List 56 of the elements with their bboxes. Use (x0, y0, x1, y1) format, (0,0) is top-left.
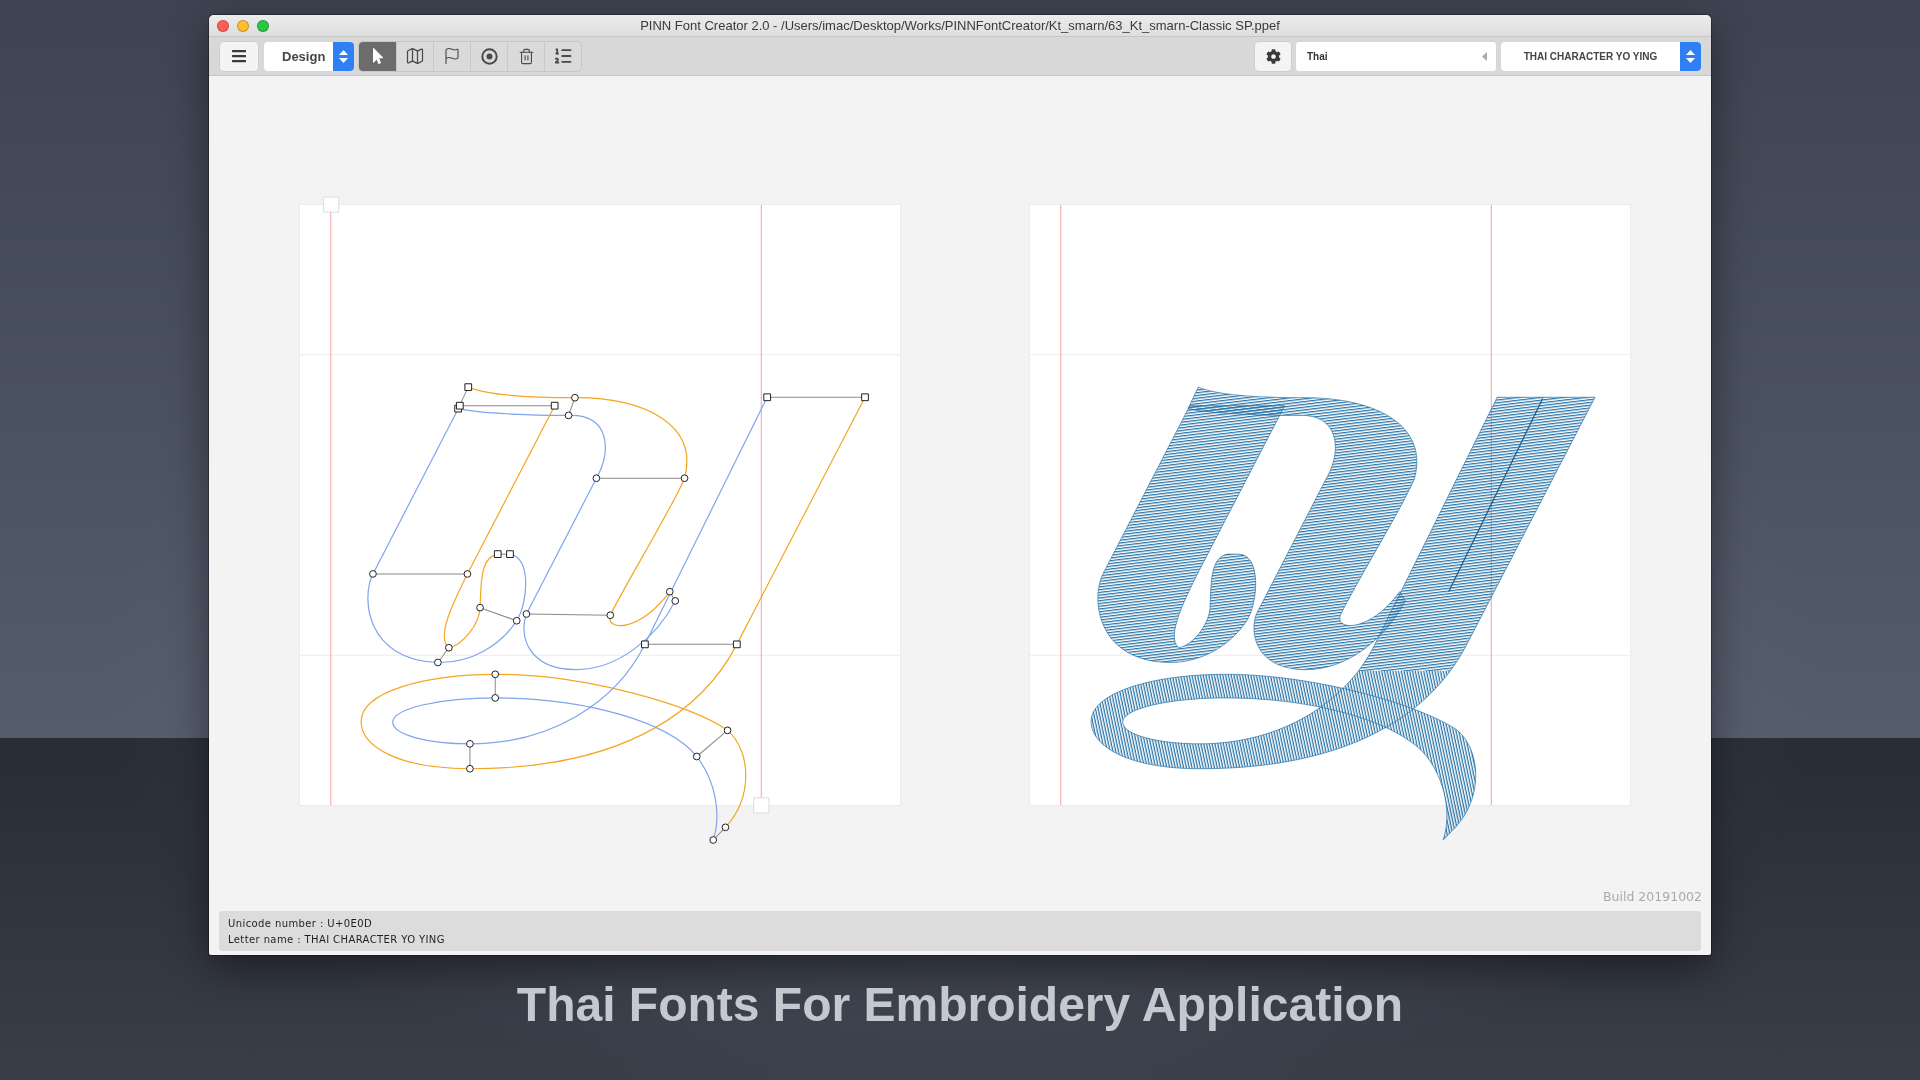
bearing-handle[interactable] (753, 797, 770, 814)
corner-point[interactable] (455, 401, 464, 410)
bearing-handle[interactable] (323, 196, 340, 213)
corner-point[interactable] (506, 550, 514, 558)
curve-point[interactable] (723, 726, 732, 735)
curve-point[interactable] (491, 694, 500, 702)
unicode-number-text: Unicode number : U+0E0D (228, 917, 374, 931)
map-icon (405, 46, 425, 66)
flag-icon (443, 47, 461, 65)
build-number-text: Build 20191002 (1603, 890, 1702, 904)
letter-name-text: Letter name : THAI CHARACTER YO YING (228, 933, 446, 947)
select-tool-button[interactable] (359, 41, 396, 71)
corner-point[interactable] (464, 383, 473, 391)
character-select[interactable]: THAI CHARACTER YO YING (1501, 41, 1701, 71)
curve-point[interactable] (434, 658, 442, 667)
language-field[interactable]: Thai (1296, 41, 1496, 71)
settings-button[interactable] (1255, 41, 1291, 71)
curve-point[interactable] (606, 611, 615, 620)
curve-point[interactable] (692, 752, 701, 761)
zoom-button[interactable] (257, 19, 269, 32)
curve-point[interactable] (665, 587, 674, 596)
menu-icon (231, 48, 247, 64)
up-down-arrows-icon (1680, 41, 1701, 71)
dot-circle-icon (480, 47, 498, 65)
curve-point[interactable] (564, 411, 573, 420)
corner-point[interactable] (550, 401, 559, 410)
numbered-list-icon (553, 46, 573, 66)
curve-point[interactable] (512, 616, 521, 625)
curve-point[interactable] (680, 474, 689, 483)
curve-point[interactable] (491, 670, 500, 679)
corner-point[interactable] (641, 640, 649, 649)
curve-point[interactable] (466, 764, 474, 773)
curve-point[interactable] (571, 393, 579, 402)
corner-point[interactable] (861, 393, 869, 402)
close-button[interactable] (217, 19, 229, 32)
curve-point[interactable] (592, 474, 601, 483)
trash-icon (517, 47, 535, 65)
curve-point[interactable] (522, 610, 531, 618)
mode-select[interactable]: Design (264, 41, 354, 71)
corner-point[interactable] (732, 640, 741, 649)
menu-button[interactable] (220, 41, 258, 71)
curve-point[interactable] (444, 643, 453, 652)
curve-point[interactable] (709, 836, 718, 844)
window-title: PINN Font Creator 2.0 - /Users/imac/Desktop/Works/PINNFontCreator/Kt_smarn/63_Kt_smarn-Classic SP.ppef (640, 18, 1280, 33)
corner-point[interactable] (763, 393, 772, 402)
corner-point[interactable] (493, 550, 502, 558)
curve-point[interactable] (476, 603, 484, 612)
curve-point[interactable] (466, 740, 474, 748)
curve-point[interactable] (721, 823, 730, 832)
curve-point[interactable] (671, 597, 680, 605)
caption-text: Thai Fonts For Embroidery Application (516, 977, 1404, 1032)
curve-point[interactable] (369, 570, 377, 578)
settings-icon (1265, 48, 1281, 64)
up-down-arrows-icon (333, 41, 354, 71)
curve-point[interactable] (463, 570, 472, 578)
left-triangle-icon (1482, 51, 1487, 61)
